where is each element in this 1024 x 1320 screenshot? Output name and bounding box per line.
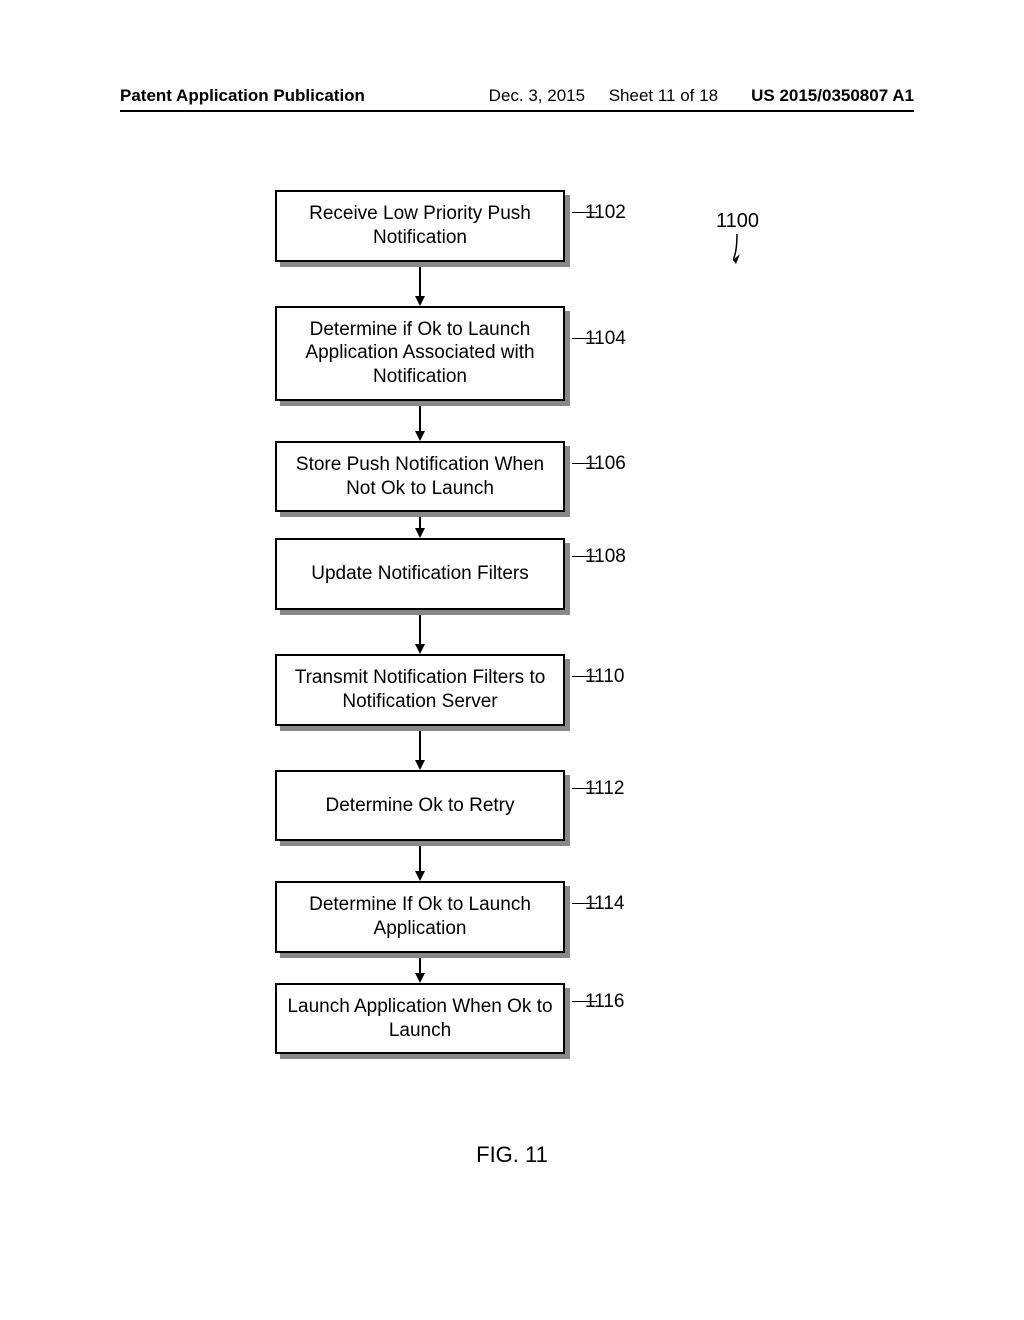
publication-date: Dec. 3, 2015 [489, 86, 585, 105]
step-text: Determine if Ok to Launch Application As… [305, 319, 534, 388]
flow-box: Launch Application When Ok to Launch [275, 983, 565, 1055]
step-ref: 1116 [585, 991, 624, 1013]
publication-type: Patent Application Publication [120, 86, 365, 106]
flow-step: Update Notification Filters 1108 [275, 538, 565, 610]
flow-box: Transmit Notification Filters to Notific… [275, 654, 565, 726]
step-text: Transmit Notification Filters to Notific… [295, 667, 546, 712]
step-ref: 1106 [585, 453, 626, 475]
sheet-number: Sheet 11 of 18 [609, 86, 718, 105]
flow-arrow [275, 610, 565, 654]
flow-box: Determine if Ok to Launch Application As… [275, 306, 565, 401]
step-ref: 1114 [585, 893, 624, 915]
flow-arrow [275, 953, 565, 983]
step-text: Launch Application When Ok to Launch [287, 996, 552, 1041]
step-text: Receive Low Priority Push Notification [309, 203, 531, 248]
header-right: Dec. 3, 2015 Sheet 11 of 18 US 2015/0350… [489, 86, 914, 106]
header-rule [120, 110, 914, 112]
header-row: Patent Application Publication Dec. 3, 2… [120, 86, 914, 108]
figure-reference-hook [733, 234, 757, 269]
flow-box: Update Notification Filters [275, 538, 565, 610]
flow-arrow [275, 401, 565, 441]
step-ref: 1112 [585, 778, 624, 800]
flow-box: Store Push Notification When Not Ok to L… [275, 441, 565, 513]
flow-step: Transmit Notification Filters to Notific… [275, 654, 565, 726]
flow-step: Launch Application When Ok to Launch 111… [275, 983, 565, 1055]
flow-arrow [275, 262, 565, 306]
patent-figure-page: Patent Application Publication Dec. 3, 2… [0, 0, 1024, 1320]
step-text: Update Notification Filters [311, 563, 529, 584]
step-ref: 1108 [585, 546, 626, 568]
figure-label: FIG. 11 [0, 1142, 1024, 1168]
step-text: Determine If Ok to Launch Application [309, 894, 531, 939]
flow-arrow [275, 726, 565, 770]
step-ref: 1102 [585, 202, 626, 224]
step-text: Store Push Notification When Not Ok to L… [296, 454, 544, 499]
flow-arrow [275, 512, 565, 538]
flowchart: Receive Low Priority Push Notification 1… [275, 190, 565, 1054]
flow-arrow [275, 841, 565, 881]
flow-box: Determine Ok to Retry [275, 770, 565, 842]
page-header: Patent Application Publication Dec. 3, 2… [0, 86, 1024, 112]
flow-step: Determine if Ok to Launch Application As… [275, 306, 565, 401]
flow-step: Determine Ok to Retry 1112 [275, 770, 565, 842]
step-ref: 1104 [585, 328, 626, 350]
flow-box: Determine If Ok to Launch Application [275, 881, 565, 953]
step-text: Determine Ok to Retry [326, 795, 515, 816]
step-ref: 1110 [585, 666, 624, 688]
publication-number: US 2015/0350807 A1 [751, 86, 914, 105]
flow-box: Receive Low Priority Push Notification [275, 190, 565, 262]
flow-step: Determine If Ok to Launch Application 11… [275, 881, 565, 953]
flow-step: Store Push Notification When Not Ok to L… [275, 441, 565, 513]
flow-step: Receive Low Priority Push Notification 1… [275, 190, 565, 262]
figure-reference-numeral: 1100 [716, 210, 759, 233]
